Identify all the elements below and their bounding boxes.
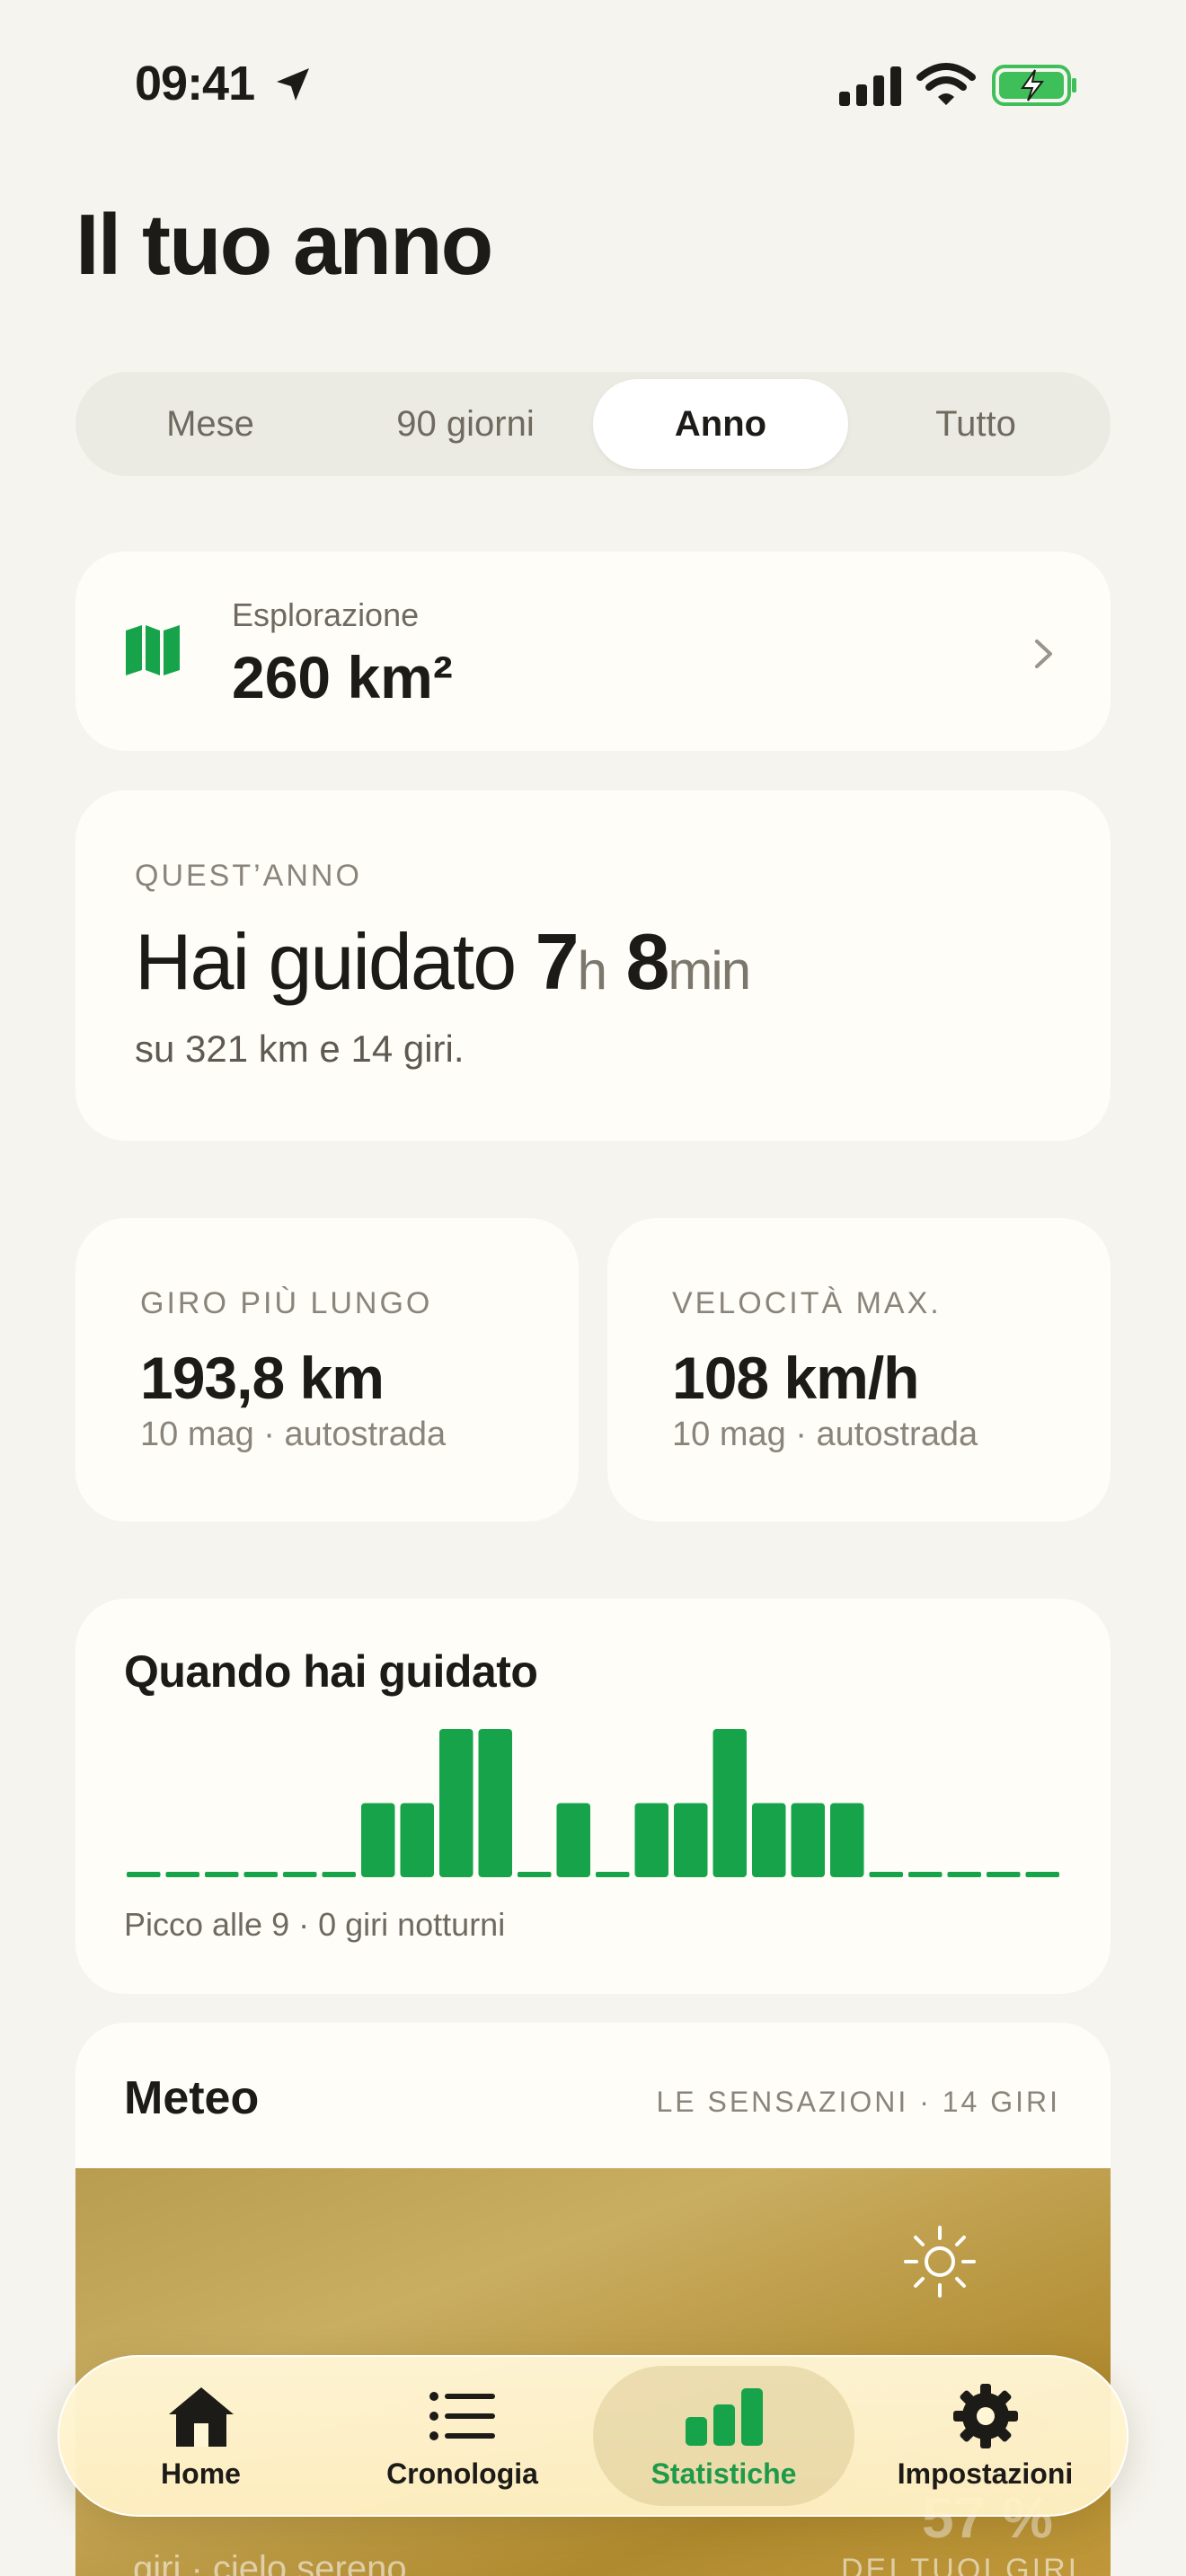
list-icon — [429, 2391, 495, 2440]
cellular-signal-icon — [839, 66, 901, 106]
chevron-right-icon — [1035, 640, 1052, 668]
location-arrow-icon — [277, 68, 309, 101]
chart-bar-hour-22 — [987, 1872, 1021, 1877]
chart-bar-hour-7 — [400, 1803, 434, 1877]
tab-settings-label: Impostazioni — [897, 2457, 1074, 2490]
weather-meta: LE SENSAZIONI · 14 GIRI — [656, 2086, 1060, 2118]
chart-bar-hour-14 — [674, 1803, 708, 1877]
longest-ride-sub: 10 mag · autostrada — [140, 1416, 447, 1453]
longest-ride-card[interactable]: GIRO PIÙ LUNGO 193,8 km 10 mag · autostr… — [75, 1218, 579, 1522]
hourly-bar-chart — [127, 1729, 1059, 1877]
chart-title: Quando hai guidato — [124, 1646, 538, 1697]
tab-history-label: Cronologia — [386, 2457, 538, 2490]
chart-bar-hour-23 — [1025, 1872, 1059, 1877]
longest-ride-value: 193,8 km — [140, 1345, 385, 1411]
bar-chart-icon — [685, 2387, 763, 2446]
chart-bar-hour-11 — [556, 1803, 590, 1877]
chart-bar-hour-0 — [127, 1872, 161, 1877]
chart-bar-hour-5 — [322, 1872, 356, 1877]
battery-charging-icon — [992, 65, 1076, 106]
chart-bar-hour-20 — [908, 1872, 943, 1877]
chart-bar-hour-15 — [712, 1729, 747, 1877]
headline-prefix: Hai guidato — [135, 917, 535, 1006]
chart-bar-hour-10 — [518, 1872, 552, 1877]
year-subtitle: su 321 km e 14 giri. — [135, 1028, 465, 1070]
tab-home-label: Home — [161, 2457, 241, 2490]
drive-time-chart-card: Quando hai guidato Picco alle 9 · 0 giri… — [75, 1599, 1111, 1994]
segment-90-days[interactable]: 90 giorni — [338, 379, 593, 469]
weather-share-text: DEI TUOI GIRI — [841, 2553, 1080, 2576]
longest-ride-label: GIRO PIÙ LUNGO — [140, 1286, 433, 1320]
wifi-icon — [916, 63, 976, 105]
period-segmented-control: Mese 90 giorni Anno Tutto — [75, 372, 1111, 476]
chart-bar-hour-12 — [596, 1872, 630, 1877]
status-time: 09:41 — [135, 57, 255, 110]
segment-all[interactable]: Tutto — [848, 379, 1103, 469]
chart-bar-hour-17 — [791, 1803, 825, 1877]
minutes-value: 8 — [625, 917, 669, 1006]
map-icon — [126, 625, 180, 675]
max-speed-sub: 10 mag · autostrada — [672, 1416, 978, 1453]
chart-bar-hour-18 — [830, 1803, 864, 1877]
max-speed-card[interactable]: VELOCITÀ MAX. 108 km/h 10 mag · autostra… — [607, 1218, 1111, 1522]
chart-bar-hour-2 — [205, 1872, 239, 1877]
minutes-unit: min — [668, 940, 751, 1001]
year-summary-card: QUEST’ANNO Hai guidato 7h 8min su 321 km… — [75, 790, 1111, 1141]
max-speed-label: VELOCITÀ MAX. — [672, 1286, 942, 1320]
chart-bar-hour-1 — [165, 1872, 199, 1877]
drive-time-headline: Hai guidato 7h 8min — [135, 916, 751, 1008]
tab-statistics[interactable]: Statistiche — [593, 2366, 854, 2506]
hours-value: 7 — [535, 917, 580, 1006]
tab-history[interactable]: Cronologia — [332, 2366, 593, 2506]
max-speed-value: 108 km/h — [672, 1345, 919, 1411]
tab-home[interactable]: Home — [70, 2366, 332, 2506]
hours-unit: h — [577, 940, 607, 1001]
chart-bar-hour-6 — [361, 1803, 395, 1877]
page-title: Il tuo anno — [75, 197, 493, 293]
chart-bar-hour-9 — [478, 1729, 512, 1877]
tab-bar: Home Cronologia Statistiche Impostazioni — [58, 2355, 1128, 2517]
home-icon — [168, 2386, 234, 2447]
weather-title: Meteo — [124, 2072, 260, 2124]
tab-settings[interactable]: Impostazioni — [854, 2366, 1116, 2506]
tab-statistics-label: Statistiche — [651, 2457, 797, 2490]
chart-bar-hour-16 — [752, 1803, 786, 1877]
weather-condition-text: giri · cielo sereno — [133, 2549, 407, 2576]
exploration-card[interactable]: Esplorazione 260 km² — [75, 551, 1111, 751]
year-eyebrow: QUEST’ANNO — [135, 859, 362, 893]
chart-footnote: Picco alle 9 · 0 giri notturni — [124, 1906, 506, 1943]
gear-icon — [952, 2383, 1018, 2448]
segment-year[interactable]: Anno — [593, 379, 848, 469]
chart-bar-hour-13 — [634, 1803, 668, 1877]
segment-month[interactable]: Mese — [83, 379, 338, 469]
chart-bar-hour-8 — [439, 1729, 474, 1877]
chart-bar-hour-3 — [243, 1872, 278, 1877]
sun-icon — [904, 2226, 976, 2298]
chart-bar-hour-21 — [947, 1872, 981, 1877]
exploration-value: 260 km² — [232, 644, 453, 710]
exploration-label: Esplorazione — [232, 596, 420, 633]
chart-bar-hour-19 — [869, 1872, 903, 1877]
chart-bar-hour-4 — [283, 1872, 317, 1877]
status-bar: 09:41 — [0, 0, 1186, 171]
